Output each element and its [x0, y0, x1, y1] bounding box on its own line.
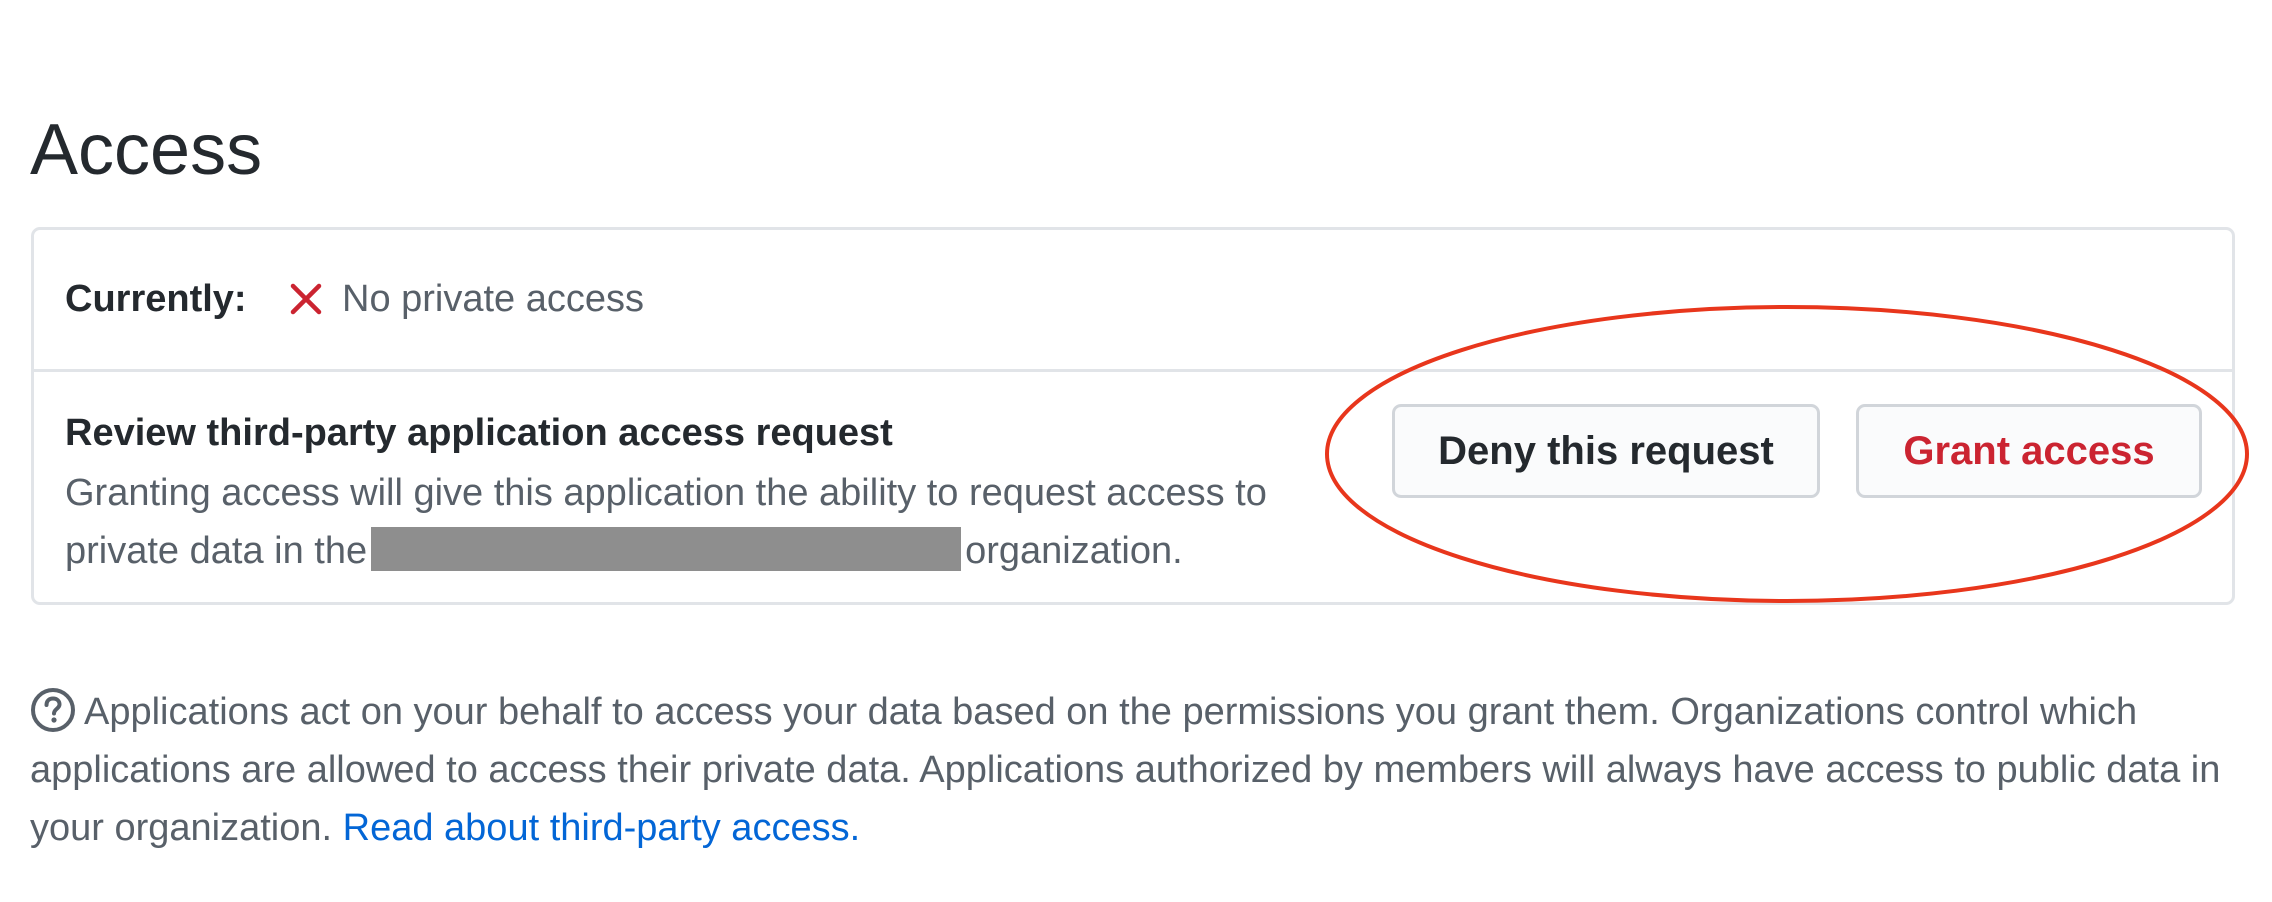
- review-description: Granting access will give this applicati…: [65, 464, 1365, 580]
- review-desc-suffix: organization.: [965, 530, 1183, 572]
- help-note: Applications act on your behalf to acces…: [30, 683, 2250, 857]
- third-party-access-link[interactable]: Read about third-party access.: [343, 807, 861, 849]
- page-title: Access: [30, 110, 263, 190]
- question-circle-icon: [31, 688, 75, 732]
- deny-request-button[interactable]: Deny this request: [1392, 404, 1820, 498]
- current-status: No private access: [342, 278, 645, 320]
- access-box: Currently: No private access Review thir…: [31, 227, 2235, 605]
- review-heading: Review third-party application access re…: [65, 412, 893, 454]
- grant-access-button[interactable]: Grant access: [1856, 404, 2202, 498]
- redacted-organization-name: [371, 527, 962, 571]
- x-icon: [290, 283, 322, 315]
- access-page: Access Currently: No private access Revi…: [0, 0, 2272, 902]
- current-access-row: Currently: No private access: [34, 230, 2232, 372]
- current-label: Currently:: [65, 278, 247, 320]
